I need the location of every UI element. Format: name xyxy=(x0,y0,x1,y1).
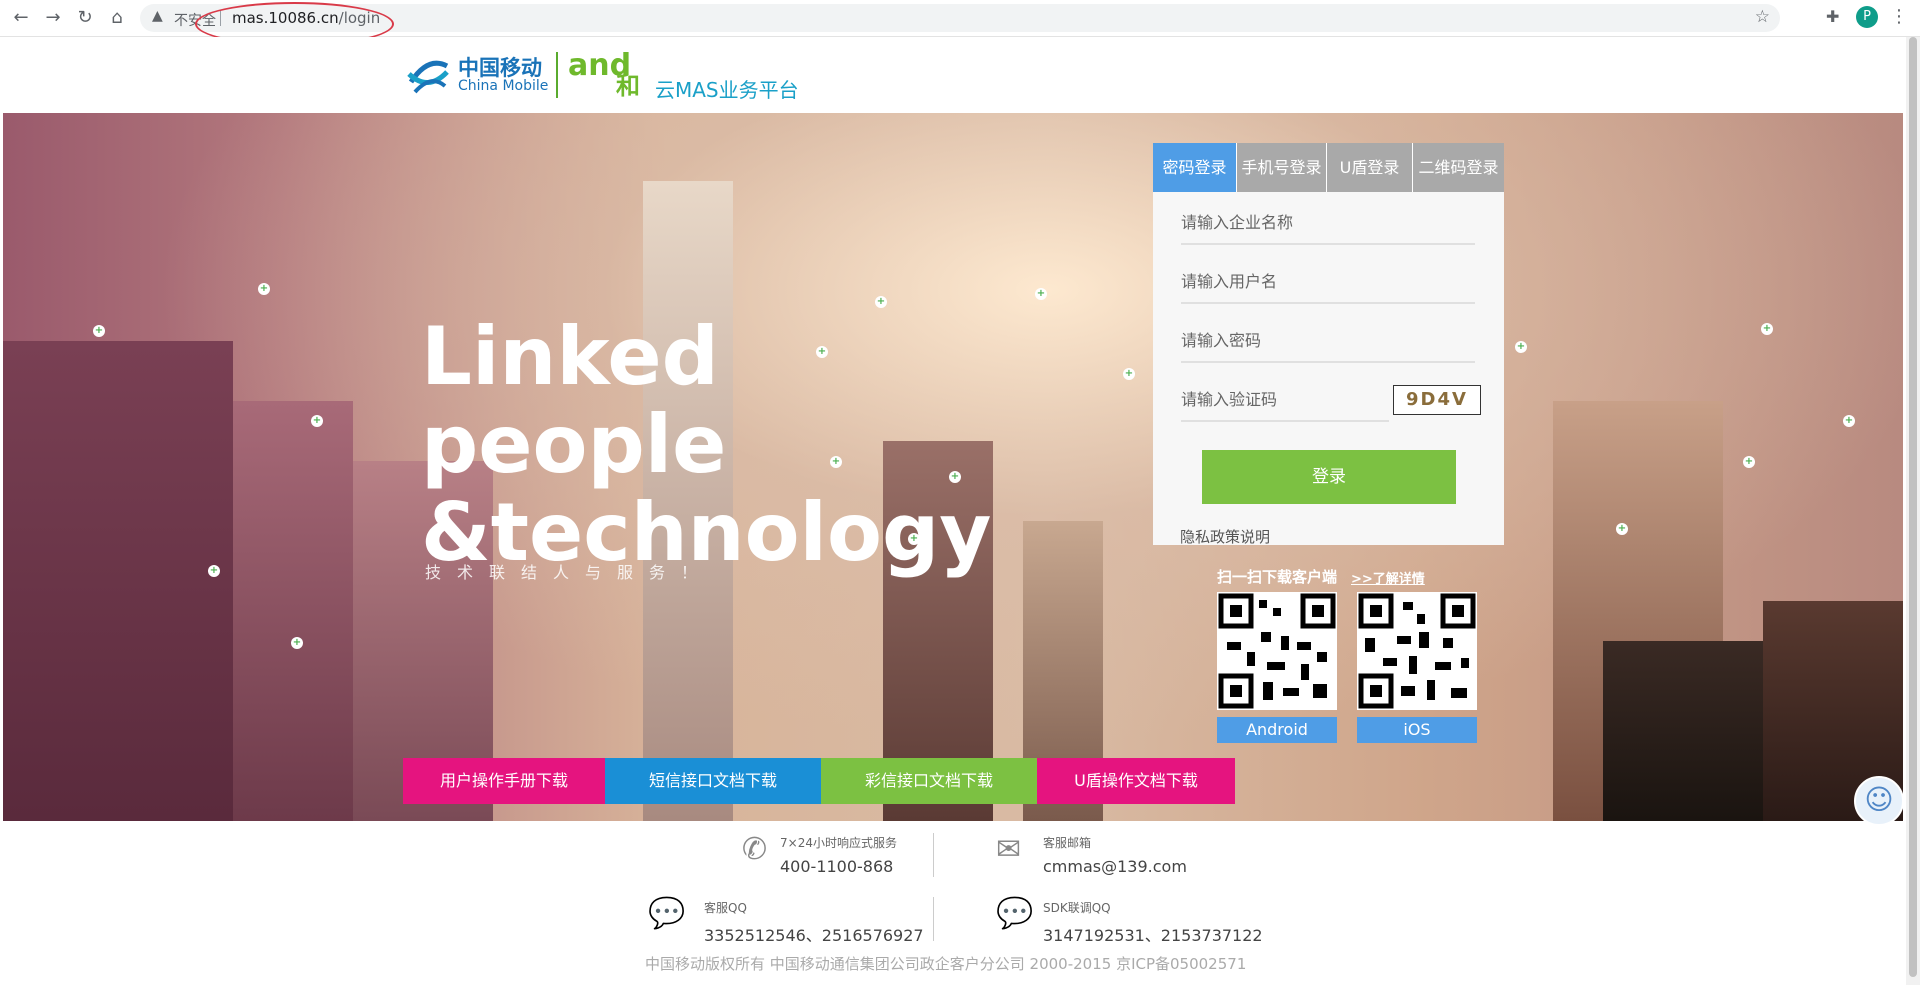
hero-title: Linked people &technology xyxy=(421,313,991,577)
reload-icon[interactable]: ↻ xyxy=(74,7,96,29)
sparkle-marker: + xyxy=(1035,288,1047,300)
sparkle-marker: + xyxy=(1761,323,1773,335)
tab-phone-login[interactable]: 手机号登录 xyxy=(1237,143,1327,192)
hotline-info: 7×24小时响应式服务 400-1100-868 xyxy=(780,834,897,876)
building-left xyxy=(3,341,233,821)
sparkle-marker: + xyxy=(1843,415,1855,427)
captcha-input[interactable]: 请输入验证码 xyxy=(1181,380,1389,422)
footer-divider xyxy=(933,833,934,877)
qq-info: 客服QQ 3352512546、2516576927 xyxy=(704,899,924,946)
customer-service-icon[interactable]: ☺ xyxy=(1854,776,1904,826)
qq-value: 3352512546、2516576927 xyxy=(704,926,924,945)
site-header xyxy=(0,37,1920,113)
sdk-qq-info: SDK联调QQ 3147192531、2153737122 xyxy=(1043,899,1263,946)
scrollbar-thumb[interactable] xyxy=(1909,37,1917,977)
china-mobile-logo-icon xyxy=(407,60,449,94)
login-tabs: 密码登录 手机号登录 U盾登录 二维码登录 xyxy=(1153,143,1504,192)
android-download-label[interactable]: Android xyxy=(1217,717,1337,743)
privacy-policy-link[interactable]: 隐私政策说明 xyxy=(1180,526,1270,547)
more-menu-icon[interactable]: ⋮ xyxy=(1890,6,1908,27)
footer-divider xyxy=(933,897,934,941)
sparkle-marker: + xyxy=(291,637,303,649)
tab-qrcode-login[interactable]: 二维码登录 xyxy=(1413,143,1504,192)
ios-qr-code xyxy=(1357,592,1477,710)
login-button[interactable]: 登录 xyxy=(1202,450,1456,504)
china-mobile-en: China Mobile xyxy=(458,78,549,94)
hero-banner: + + + + + + + + + + + + + + + + + Linked… xyxy=(3,113,1903,821)
mail-icon: ✉ xyxy=(996,832,1022,867)
password-input[interactable]: 请输入密码 xyxy=(1181,321,1475,363)
he-logo: 和 xyxy=(616,72,640,100)
android-qr-code xyxy=(1217,592,1337,710)
phone-icon: ✆ xyxy=(742,832,768,867)
building xyxy=(233,401,353,821)
chat-bubble-icon: 💬 xyxy=(996,896,1034,931)
qq-label: 客服QQ xyxy=(704,901,747,915)
qr-pattern-icon xyxy=(1218,593,1336,709)
qr-details-link[interactable]: >>了解详情 xyxy=(1351,568,1425,587)
hotline-label: 7×24小时响应式服务 xyxy=(780,836,897,850)
email-info: 客服邮箱 cmmas@139.com xyxy=(1043,834,1187,876)
hotline-value: 400-1100-868 xyxy=(780,857,894,876)
hero-subtitle: 技术联结人与服务！ xyxy=(425,563,714,582)
sparkle-marker: + xyxy=(1616,523,1628,535)
sparkle-marker: + xyxy=(875,296,887,308)
username-input[interactable]: 请输入用户名 xyxy=(1181,262,1475,304)
platform-name: 云MAS业务平台 xyxy=(655,78,799,102)
sparkle-marker: + xyxy=(1743,456,1755,468)
captcha-image[interactable]: 9D4V xyxy=(1393,385,1481,415)
email-value: cmmas@139.com xyxy=(1043,857,1187,876)
ios-download-label[interactable]: iOS xyxy=(1357,717,1477,743)
sparkle-marker: + xyxy=(1123,368,1135,380)
forward-arrow-icon[interactable]: → xyxy=(42,7,64,29)
sparkle-marker: + xyxy=(93,325,105,337)
login-panel: 密码登录 手机号登录 U盾登录 二维码登录 请输入企业名称 请输入用户名 请输入… xyxy=(1153,143,1504,547)
warning-icon[interactable]: ▲ xyxy=(152,8,163,24)
sdk-qq-label: SDK联调QQ xyxy=(1043,901,1111,915)
hero-title-line: people xyxy=(421,398,727,491)
qr-download-title: 扫一扫下载客户端 xyxy=(1217,568,1338,586)
home-icon[interactable]: ⌂ xyxy=(106,7,128,29)
bookmark-star-icon[interactable]: ☆ xyxy=(1755,7,1770,27)
vertical-scrollbar[interactable] xyxy=(1906,37,1920,985)
sparkle-marker: + xyxy=(258,283,270,295)
chat-bubble-icon: 💬 xyxy=(648,896,686,931)
email-label: 客服邮箱 xyxy=(1043,836,1092,850)
hero-title-line: Linked xyxy=(421,310,719,403)
sms-api-doc-download-button[interactable]: 短信接口文档下载 xyxy=(605,758,821,804)
extensions-puzzle-icon[interactable]: ✚ xyxy=(1826,7,1839,26)
tab-ukey-login[interactable]: U盾登录 xyxy=(1327,143,1413,192)
user-manual-download-button[interactable]: 用户操作手册下载 xyxy=(403,758,605,804)
logo-divider xyxy=(556,52,558,98)
profile-avatar[interactable]: P xyxy=(1856,6,1878,28)
company-name-input[interactable]: 请输入企业名称 xyxy=(1181,203,1475,245)
mms-api-doc-download-button[interactable]: 彩信接口文档下载 xyxy=(821,758,1037,804)
tab-password-login[interactable]: 密码登录 xyxy=(1153,143,1237,192)
sparkle-marker: + xyxy=(208,565,220,577)
ukey-doc-download-button[interactable]: U盾操作文档下载 xyxy=(1037,758,1235,804)
sparkle-marker: + xyxy=(311,415,323,427)
sdk-qq-value: 3147192531、2153737122 xyxy=(1043,926,1263,945)
back-arrow-icon[interactable]: ← xyxy=(10,7,32,29)
copyright-text: 中国移动版权所有 中国移动通信集团公司政企客户分公司 2000-2015 京IC… xyxy=(645,955,1247,973)
sparkle-marker: + xyxy=(1515,341,1527,353)
qr-pattern-icon xyxy=(1358,593,1476,709)
